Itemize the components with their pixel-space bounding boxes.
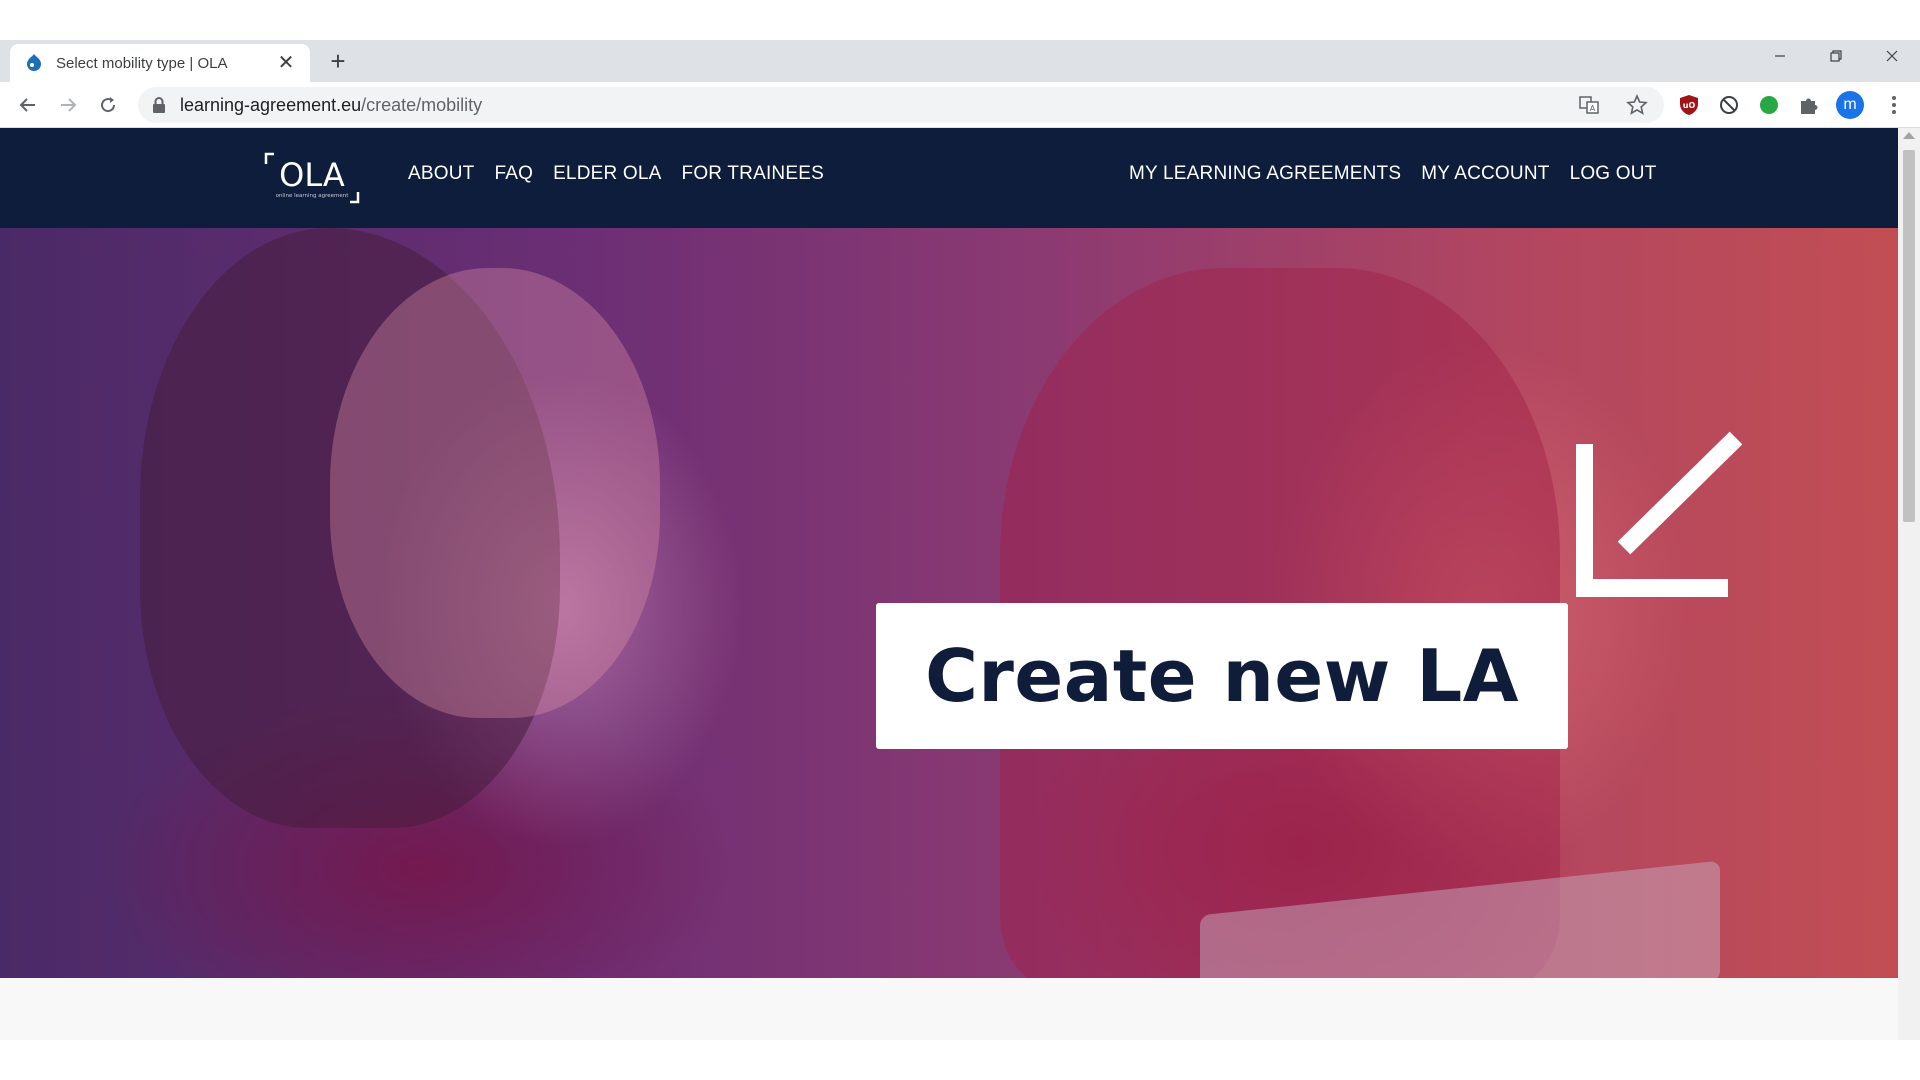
extensions-bar: uO m: [1676, 91, 1864, 119]
menu-item-faq[interactable]: FAQ: [494, 163, 533, 185]
star-icon[interactable]: [1624, 92, 1650, 118]
ola-logo[interactable]: OLA online learning agreement: [262, 150, 362, 206]
minimize-icon[interactable]: [1752, 40, 1808, 72]
content-area: [0, 978, 1898, 1040]
url-host: learning-agreement.eu: [180, 94, 362, 115]
main-menu-right: MY LEARNING AGREEMENTS MY ACCOUNT LOG OU…: [1129, 163, 1656, 185]
ublock-icon[interactable]: uO: [1676, 92, 1702, 118]
lock-icon[interactable]: [152, 97, 166, 113]
svg-text:uO: uO: [1683, 101, 1696, 110]
browser-tab[interactable]: Select mobility type | OLA ✕: [10, 44, 310, 82]
browser-tabstrip: Select mobility type | OLA ✕ +: [0, 40, 1920, 82]
kebab-menu-icon[interactable]: [1884, 91, 1904, 119]
logo-tagline: online learning agreement: [276, 193, 350, 199]
back-arrow-icon[interactable]: [14, 91, 42, 119]
puzzle-icon[interactable]: [1796, 92, 1822, 118]
profile-avatar[interactable]: m: [1836, 91, 1864, 119]
restore-icon[interactable]: [1808, 40, 1864, 72]
arrow-down-left-icon: [1576, 431, 1743, 597]
menu-item-about[interactable]: ABOUT: [408, 163, 474, 185]
screen-top-margin: [0, 0, 1920, 40]
create-new-la-label: Create new LA: [925, 634, 1519, 718]
reload-icon[interactable]: [94, 91, 122, 119]
menu-item-log-out[interactable]: LOG OUT: [1570, 163, 1657, 185]
menu-item-for-trainees[interactable]: FOR TRAINEES: [682, 163, 824, 185]
drupal-icon: [27, 54, 41, 71]
svg-text:A: A: [1590, 104, 1596, 113]
scrollbar-thumb[interactable]: [1903, 150, 1915, 522]
forward-arrow-icon[interactable]: [54, 91, 82, 119]
browser-toolbar: learning-agreement.eu/create/mobility A …: [0, 82, 1920, 128]
page-scrollbar[interactable]: [1898, 128, 1920, 1040]
create-new-la-button[interactable]: Create new LA: [876, 603, 1568, 749]
url-path: /create/mobility: [361, 94, 483, 115]
plus-icon[interactable]: +: [324, 48, 352, 76]
scroll-up-icon[interactable]: [1903, 132, 1915, 139]
main-menu-left: ABOUT FAQ ELDER OLA FOR TRAINEES: [408, 163, 824, 185]
tab-title: Select mobility type | OLA: [56, 54, 228, 72]
hero-photo-face-left: [330, 268, 660, 718]
block-icon[interactable]: [1716, 92, 1742, 118]
window-close-icon[interactable]: [1864, 40, 1920, 72]
close-icon[interactable]: ✕: [276, 53, 296, 73]
green-circle-icon[interactable]: [1756, 92, 1782, 118]
menu-item-my-account[interactable]: MY ACCOUNT: [1421, 163, 1549, 185]
menu-item-elder-ola[interactable]: ELDER OLA: [553, 163, 661, 185]
address-bar[interactable]: learning-agreement.eu/create/mobility A: [138, 87, 1664, 123]
translate-icon[interactable]: A: [1576, 92, 1602, 118]
menu-item-my-learning-agreements[interactable]: MY LEARNING AGREEMENTS: [1129, 163, 1401, 185]
logo-text: OLA: [279, 156, 345, 194]
window-controls: [1752, 40, 1920, 72]
omnibox-actions: A: [1576, 87, 1650, 123]
screen-bottom-margin: [0, 1040, 1920, 1080]
